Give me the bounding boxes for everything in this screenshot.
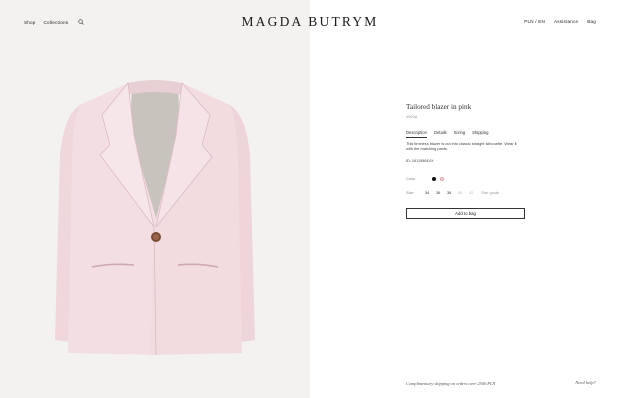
product-id: ID: 16115964VX [406,159,434,163]
product-info-panel [310,0,620,398]
header-nav-right: PLN / EN Assistance Bag [524,19,596,24]
size-guide-link[interactable]: Size guide [481,190,499,195]
add-to-bag-button[interactable]: Add to bag [406,208,525,219]
size-option-40[interactable]: 40 [458,190,469,195]
tab-shipping[interactable]: Shipping [472,130,488,138]
size-option-38[interactable]: 38 [447,190,458,195]
size-option-36[interactable]: 36 [436,190,447,195]
product-tabs: Description Details Sizing Shipping [406,130,488,138]
size-option-42[interactable]: 42 [469,190,480,195]
product-image-blazer[interactable] [50,75,260,360]
color-swatch-black[interactable] [432,176,436,181]
color-selector: Color [406,176,448,181]
need-help-link[interactable]: Need help? [575,380,596,385]
color-label: Color [406,176,416,181]
language-currency-link[interactable]: PLN / EN [524,19,545,24]
product-title: Tailored blazer in pink [406,103,472,111]
shipping-note: Complimentary shipping on orders over 25… [406,381,496,386]
size-option-34[interactable]: 34 [425,190,436,195]
tab-details[interactable]: Details [434,130,447,138]
size-selector: Size 34 36 38 40 42 Size guide [406,190,499,195]
product-description: This timeless blazer is cut into classic… [406,141,517,152]
tab-sizing[interactable]: Sizing [454,130,465,138]
assistance-link[interactable]: Assistance [554,19,578,24]
tab-description[interactable]: Description [406,130,427,138]
product-price: 4900zł [406,115,418,119]
color-swatch-pink[interactable] [440,176,444,181]
size-label: Size [406,190,414,195]
bag-link[interactable]: Bag [587,19,596,24]
product-image-panel [0,0,310,398]
